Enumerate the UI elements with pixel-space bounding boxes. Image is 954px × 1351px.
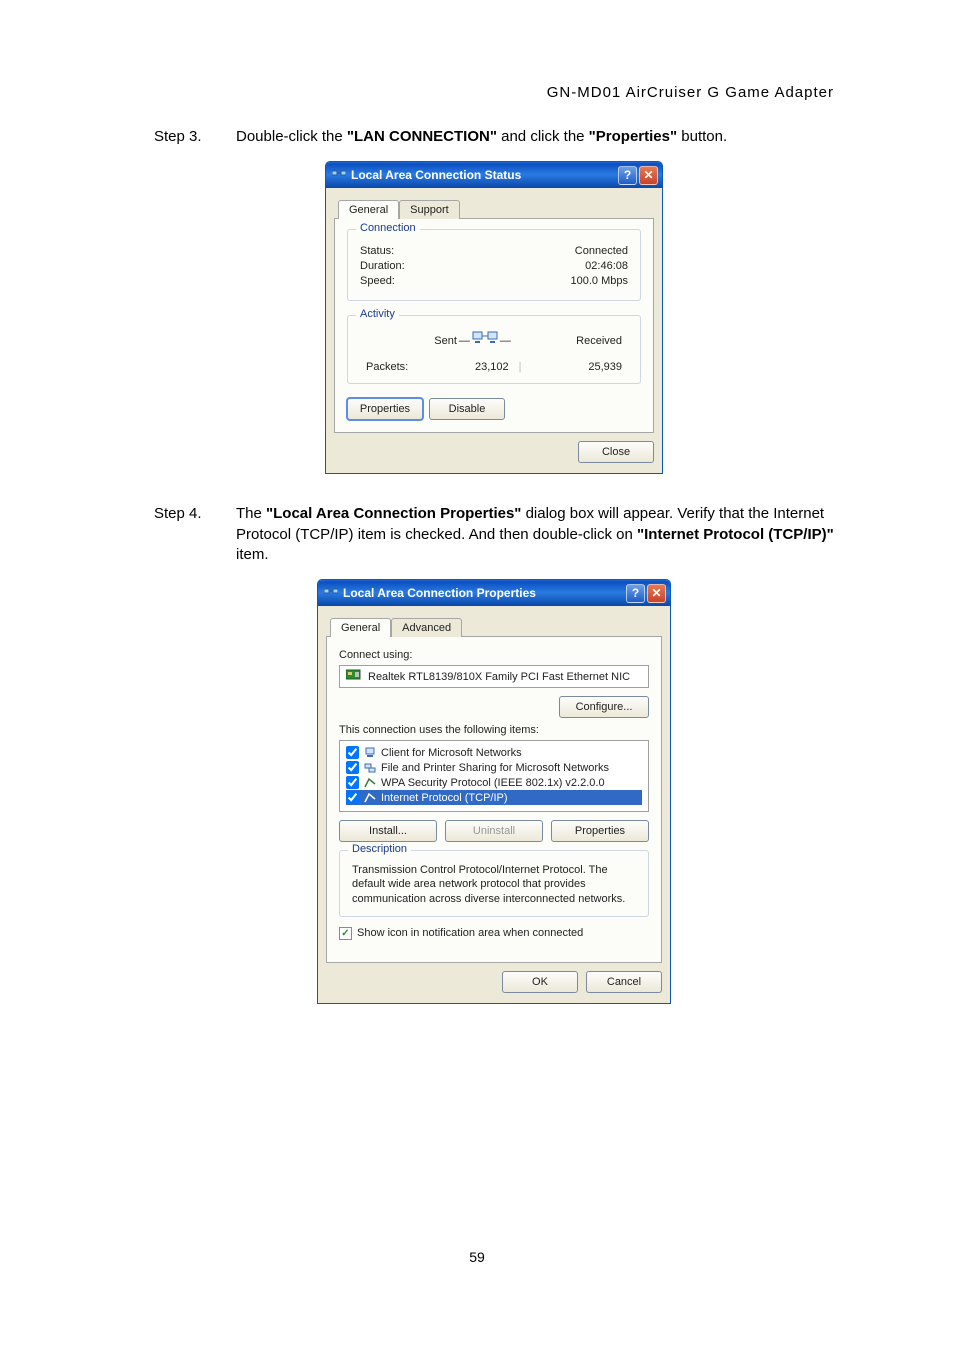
speed-label: Speed: [360, 275, 395, 287]
duration-label: Duration: [360, 260, 405, 272]
client-icon [363, 747, 377, 759]
connection-group: Connection Status:Connected Duration: 02… [347, 229, 641, 301]
step3-body: Double-click the "LAN CONNECTION" and cl… [236, 127, 834, 147]
show-icon-checkbox[interactable]: ✓ [339, 927, 352, 940]
protocol-icon [363, 777, 377, 789]
titlebar[interactable]: Local Area Connection Properties ? ✕ [318, 580, 670, 606]
activity-group: Activity . Sent — — Received [347, 315, 641, 384]
step4-label: Step 4. [154, 504, 236, 565]
device-box: Realtek RTL8139/810X Family PCI Fast Eth… [339, 665, 649, 688]
help-button[interactable]: ? [618, 166, 637, 185]
step3-b1: "LAN CONNECTION" [347, 128, 497, 145]
disable-button[interactable]: Disable [429, 398, 505, 420]
connection-group-title: Connection [356, 222, 420, 234]
packets-label: Packets: [366, 361, 408, 373]
item-wpa[interactable]: WPA Security Protocol (IEEE 802.1x) v2.2… [346, 775, 642, 790]
item-tcpip-label: Internet Protocol (TCP/IP) [381, 792, 508, 804]
item-wpa-label: WPA Security Protocol (IEEE 802.1x) v2.2… [381, 777, 605, 789]
uninstall-button: Uninstall [445, 820, 543, 842]
tab-general[interactable]: General [338, 200, 399, 219]
step3-pre: Double-click the [236, 128, 347, 145]
description-group: Description Transmission Control Protoco… [339, 850, 649, 917]
share-icon [363, 762, 377, 774]
sent-label: Sent [434, 335, 457, 347]
close-dialog-button[interactable]: Close [578, 441, 654, 463]
step3-post: button. [677, 128, 727, 145]
dialog-title: Local Area Connection Status [351, 168, 618, 182]
tab-support[interactable]: Support [399, 200, 460, 219]
connect-using-label: Connect using: [339, 649, 649, 661]
configure-button[interactable]: Configure... [559, 696, 649, 718]
packets-sent: 23,102 [475, 361, 509, 373]
network-icon [332, 168, 346, 182]
step4-post: item. [236, 546, 269, 563]
item-wpa-check[interactable] [346, 776, 359, 789]
tab-general[interactable]: General [330, 618, 391, 637]
item-file-share-label: File and Printer Sharing for Microsoft N… [381, 762, 609, 774]
device-name: Realtek RTL8139/810X Family PCI Fast Eth… [368, 671, 630, 683]
page-header: GN-MD01 AirCruiser G Game Adapter [154, 84, 834, 101]
step4-b2: "Internet Protocol (TCP/IP)" [637, 526, 834, 543]
item-tcpip-check[interactable] [346, 791, 359, 804]
status-label: Status: [360, 245, 394, 257]
step4-b1: "Local Area Connection Properties" [266, 505, 521, 522]
show-icon-label: Show icon in notification area when conn… [357, 927, 583, 939]
page-number: 59 [0, 1249, 954, 1265]
step3-label: Step 3. [154, 127, 236, 147]
properties-button[interactable]: Properties [347, 398, 423, 420]
dialog-title: Local Area Connection Properties [343, 586, 626, 600]
items-list[interactable]: Client for Microsoft Networks File and P… [339, 740, 649, 812]
item-client-ms[interactable]: Client for Microsoft Networks [346, 745, 642, 760]
item-client-ms-label: Client for Microsoft Networks [381, 747, 522, 759]
item-file-share-check[interactable] [346, 761, 359, 774]
ok-button[interactable]: OK [502, 971, 578, 993]
item-file-share[interactable]: File and Printer Sharing for Microsoft N… [346, 760, 642, 775]
item-client-ms-check[interactable] [346, 746, 359, 759]
description-group-title: Description [348, 843, 411, 855]
separator-icon: | [519, 361, 522, 373]
packets-received: 25,939 [588, 361, 622, 373]
titlebar[interactable]: Local Area Connection Status ? ✕ [326, 162, 662, 188]
step4-pre: The [236, 505, 266, 522]
properties-dialog: Local Area Connection Properties ? ✕ Gen… [317, 579, 671, 1004]
step4-body: The "Local Area Connection Properties" d… [236, 504, 834, 565]
status-value: Connected [575, 245, 628, 257]
protocol-icon [363, 792, 377, 804]
tab-advanced[interactable]: Advanced [391, 618, 462, 637]
speed-value: 100.0 Mbps [571, 275, 628, 287]
network-icon [324, 586, 338, 600]
activity-icon [472, 328, 498, 353]
step3-b2: "Properties" [589, 128, 677, 145]
help-button[interactable]: ? [626, 584, 645, 603]
close-button[interactable]: ✕ [639, 166, 658, 185]
step3-mid: and click the [497, 128, 589, 145]
items-label: This connection uses the following items… [339, 724, 649, 736]
notification-row[interactable]: ✓ Show icon in notification area when co… [339, 927, 649, 940]
status-dialog: Local Area Connection Status ? ✕ General… [325, 161, 663, 474]
duration-value: 02:46:08 [585, 260, 628, 272]
item-properties-button[interactable]: Properties [551, 820, 649, 842]
received-label: Received [576, 335, 622, 347]
nic-card-icon [346, 669, 362, 684]
step3: Step 3. Double-click the "LAN CONNECTION… [154, 127, 834, 147]
description-text: Transmission Control Protocol/Internet P… [352, 863, 636, 906]
activity-group-title: Activity [356, 308, 399, 320]
item-tcpip[interactable]: Internet Protocol (TCP/IP) [346, 790, 642, 805]
close-button[interactable]: ✕ [647, 584, 666, 603]
step4: Step 4. The "Local Area Connection Prope… [154, 504, 834, 565]
install-button[interactable]: Install... [339, 820, 437, 842]
cancel-button[interactable]: Cancel [586, 971, 662, 993]
